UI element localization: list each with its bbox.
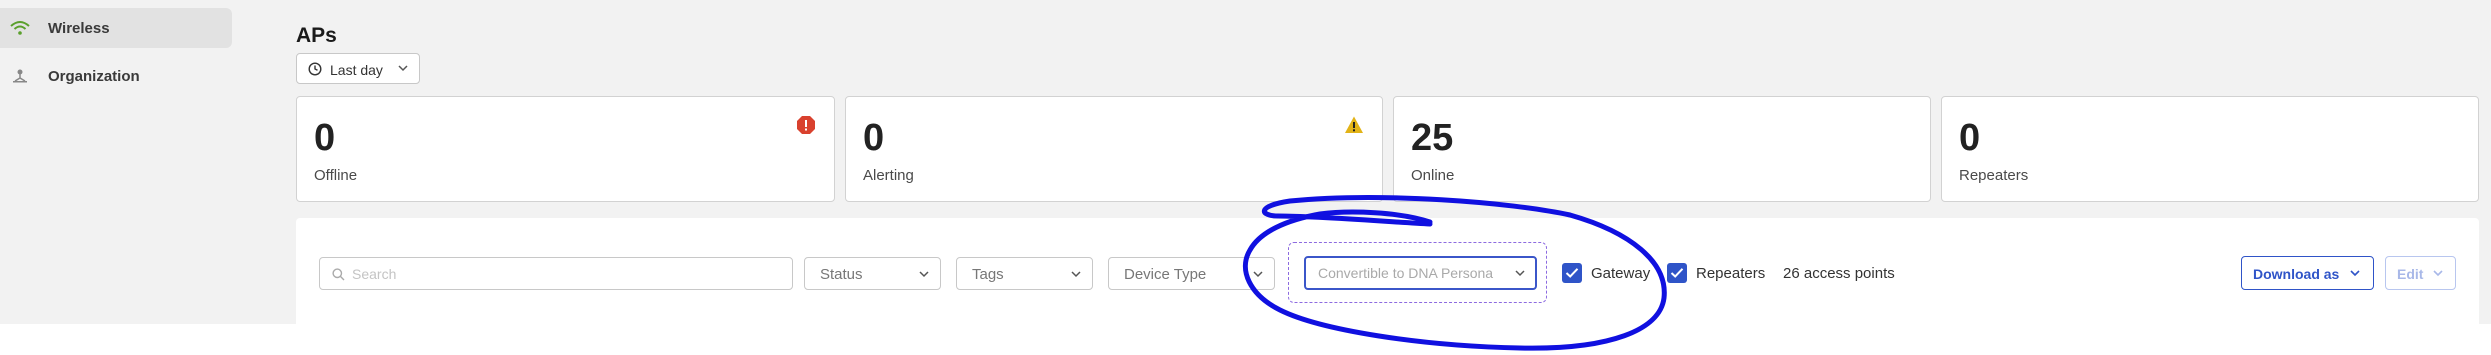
stat-card-alerting[interactable]: 0 Alerting <box>845 96 1383 202</box>
error-icon <box>797 116 815 134</box>
checkmark-icon <box>1670 268 1684 278</box>
sidebar-item-wireless[interactable]: Wireless <box>0 8 232 48</box>
chevron-down-icon <box>398 65 408 72</box>
repeaters-label: Repeaters <box>1696 265 1766 282</box>
button-label: Edit <box>2397 266 2424 282</box>
button-label: Download as <box>2253 266 2340 282</box>
search-icon <box>332 268 345 281</box>
chevron-down-icon <box>2433 270 2443 277</box>
time-range-value: Last day <box>330 62 383 78</box>
stat-card-repeaters[interactable]: 0 Repeaters <box>1941 96 2479 202</box>
select-value: Convertible to DNA Persona <box>1318 265 1494 281</box>
chevron-down-icon <box>1071 271 1081 278</box>
stat-value: 25 <box>1411 117 1454 159</box>
search-placeholder: Search <box>352 266 397 282</box>
chevron-down-icon <box>2350 270 2360 277</box>
stat-card-online[interactable]: 25 Online <box>1393 96 1931 202</box>
tags-select[interactable]: Tags <box>956 257 1093 290</box>
checkmark-icon <box>1565 268 1579 278</box>
dna-persona-select[interactable]: Convertible to DNA Persona <box>1304 256 1537 290</box>
stat-card-offline[interactable]: 0 Offline <box>296 96 835 202</box>
organization-icon <box>13 69 27 83</box>
edit-button[interactable]: Edit <box>2385 256 2456 290</box>
access-point-count: 26 access points <box>1783 265 1895 282</box>
select-value: Tags <box>972 266 1004 283</box>
chevron-down-icon <box>919 271 929 278</box>
gateway-label: Gateway <box>1591 265 1651 282</box>
search-input[interactable]: Search <box>319 257 793 290</box>
status-select[interactable]: Status <box>804 257 941 290</box>
page-title: APs <box>296 24 337 47</box>
stat-label: Offline <box>314 167 358 184</box>
sidebar: Wireless Organization <box>0 0 238 324</box>
chevron-down-icon <box>1515 270 1525 277</box>
sidebar-item-organization[interactable]: Organization <box>0 56 232 96</box>
clock-icon <box>308 62 322 76</box>
stat-label: Repeaters <box>1959 167 2029 184</box>
gateway-checkbox[interactable] <box>1562 263 1582 283</box>
device-type-select[interactable]: Device Type <box>1108 257 1275 290</box>
download-as-button[interactable]: Download as <box>2241 256 2374 290</box>
select-value: Status <box>820 266 863 283</box>
sidebar-item-label: Organization <box>48 67 140 85</box>
sidebar-item-label: Wireless <box>48 19 110 37</box>
repeaters-checkbox[interactable] <box>1667 263 1687 283</box>
chevron-down-icon <box>1253 271 1263 278</box>
stat-value: 0 <box>314 117 336 159</box>
stat-label: Online <box>1411 167 1455 184</box>
select-value: Device Type <box>1124 266 1207 283</box>
wifi-icon <box>10 21 30 35</box>
stat-label: Alerting <box>863 167 914 184</box>
stat-value: 0 <box>1959 117 1981 159</box>
warning-icon <box>1345 116 1363 133</box>
stat-value: 0 <box>863 117 885 159</box>
time-range-dropdown[interactable]: Last day <box>296 53 420 84</box>
